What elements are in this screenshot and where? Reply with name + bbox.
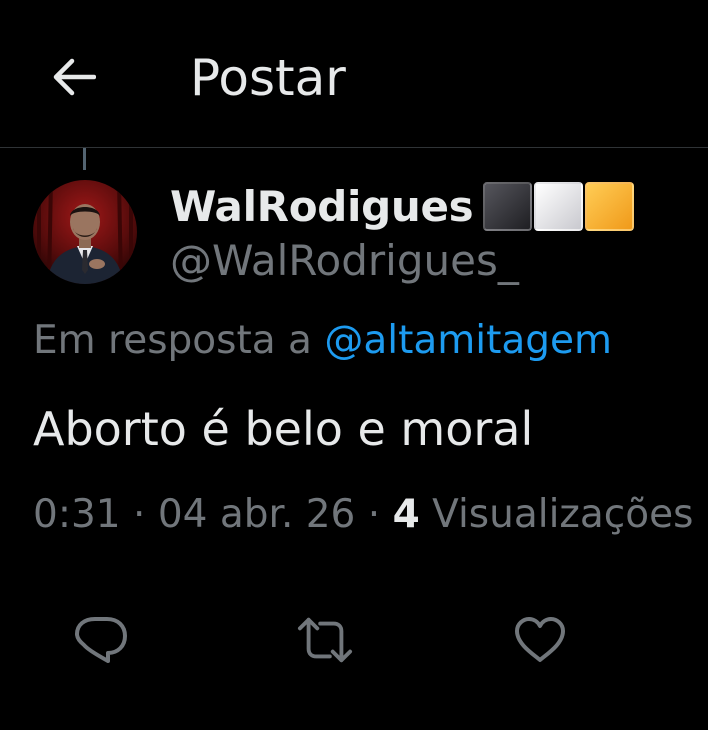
- name-emoji-squares: [483, 181, 635, 231]
- author-display-name[interactable]: WalRodigues: [170, 182, 474, 231]
- avatar[interactable]: [33, 180, 137, 284]
- avatar-image: [33, 180, 137, 284]
- reply-mention-link[interactable]: @altamitagem: [324, 318, 612, 363]
- reply-prefix: Em resposta a: [33, 318, 312, 363]
- top-bar: Postar: [0, 0, 708, 148]
- meta-separator: ·: [133, 492, 146, 537]
- black-square-emoji: [483, 181, 533, 231]
- post-detail-page: Postar WalRodigues @WalRodrigues_ Em res…: [0, 0, 708, 730]
- arrow-left-icon: [53, 58, 96, 96]
- page-title: Postar: [190, 49, 346, 107]
- author-handle[interactable]: @WalRodrigues_: [170, 236, 519, 285]
- orange-square-emoji: [585, 181, 635, 231]
- back-button[interactable]: [46, 50, 100, 104]
- heart-icon: [515, 617, 565, 662]
- reply-context: Em resposta a @altamitagem: [33, 318, 612, 363]
- tweet-time[interactable]: 0:31: [33, 492, 121, 537]
- like-button[interactable]: [512, 612, 568, 668]
- tweet-text: Aborto é belo e moral: [33, 402, 534, 456]
- tweet-metadata: 0:31 · 04 abr. 26 · 4 Visualizações: [33, 492, 708, 537]
- comment-icon: [75, 617, 127, 663]
- meta-separator: ·: [367, 492, 381, 537]
- retweet-icon: [297, 617, 353, 663]
- white-square-emoji: [534, 181, 584, 231]
- tweet-date[interactable]: 04 abr. 26: [158, 492, 356, 537]
- author-name-row: WalRodigues: [170, 178, 635, 234]
- views-label[interactable]: Visualizações: [432, 492, 693, 537]
- retweet-button[interactable]: [297, 612, 353, 668]
- thread-connector-line: [83, 148, 86, 170]
- reply-button[interactable]: [73, 612, 129, 668]
- views-count: 4: [392, 492, 420, 537]
